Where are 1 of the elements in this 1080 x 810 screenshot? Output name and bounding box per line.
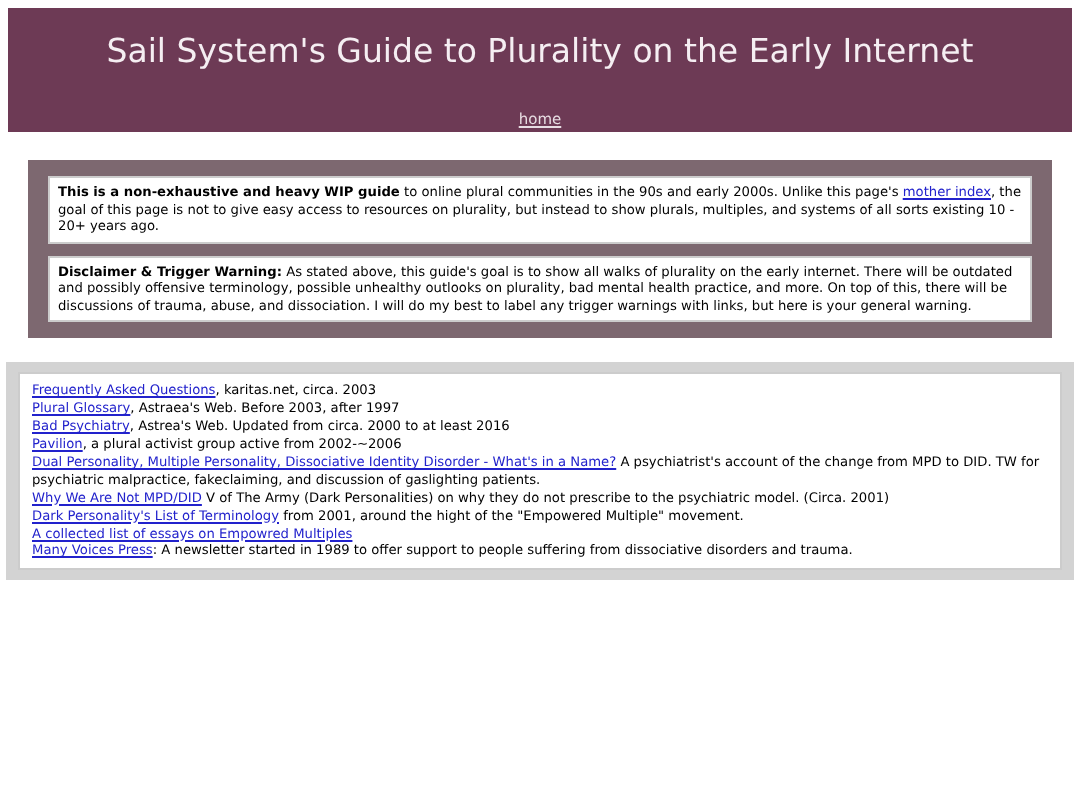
page-title: Sail System's Guide to Plurality on the Early Internet <box>104 32 976 72</box>
